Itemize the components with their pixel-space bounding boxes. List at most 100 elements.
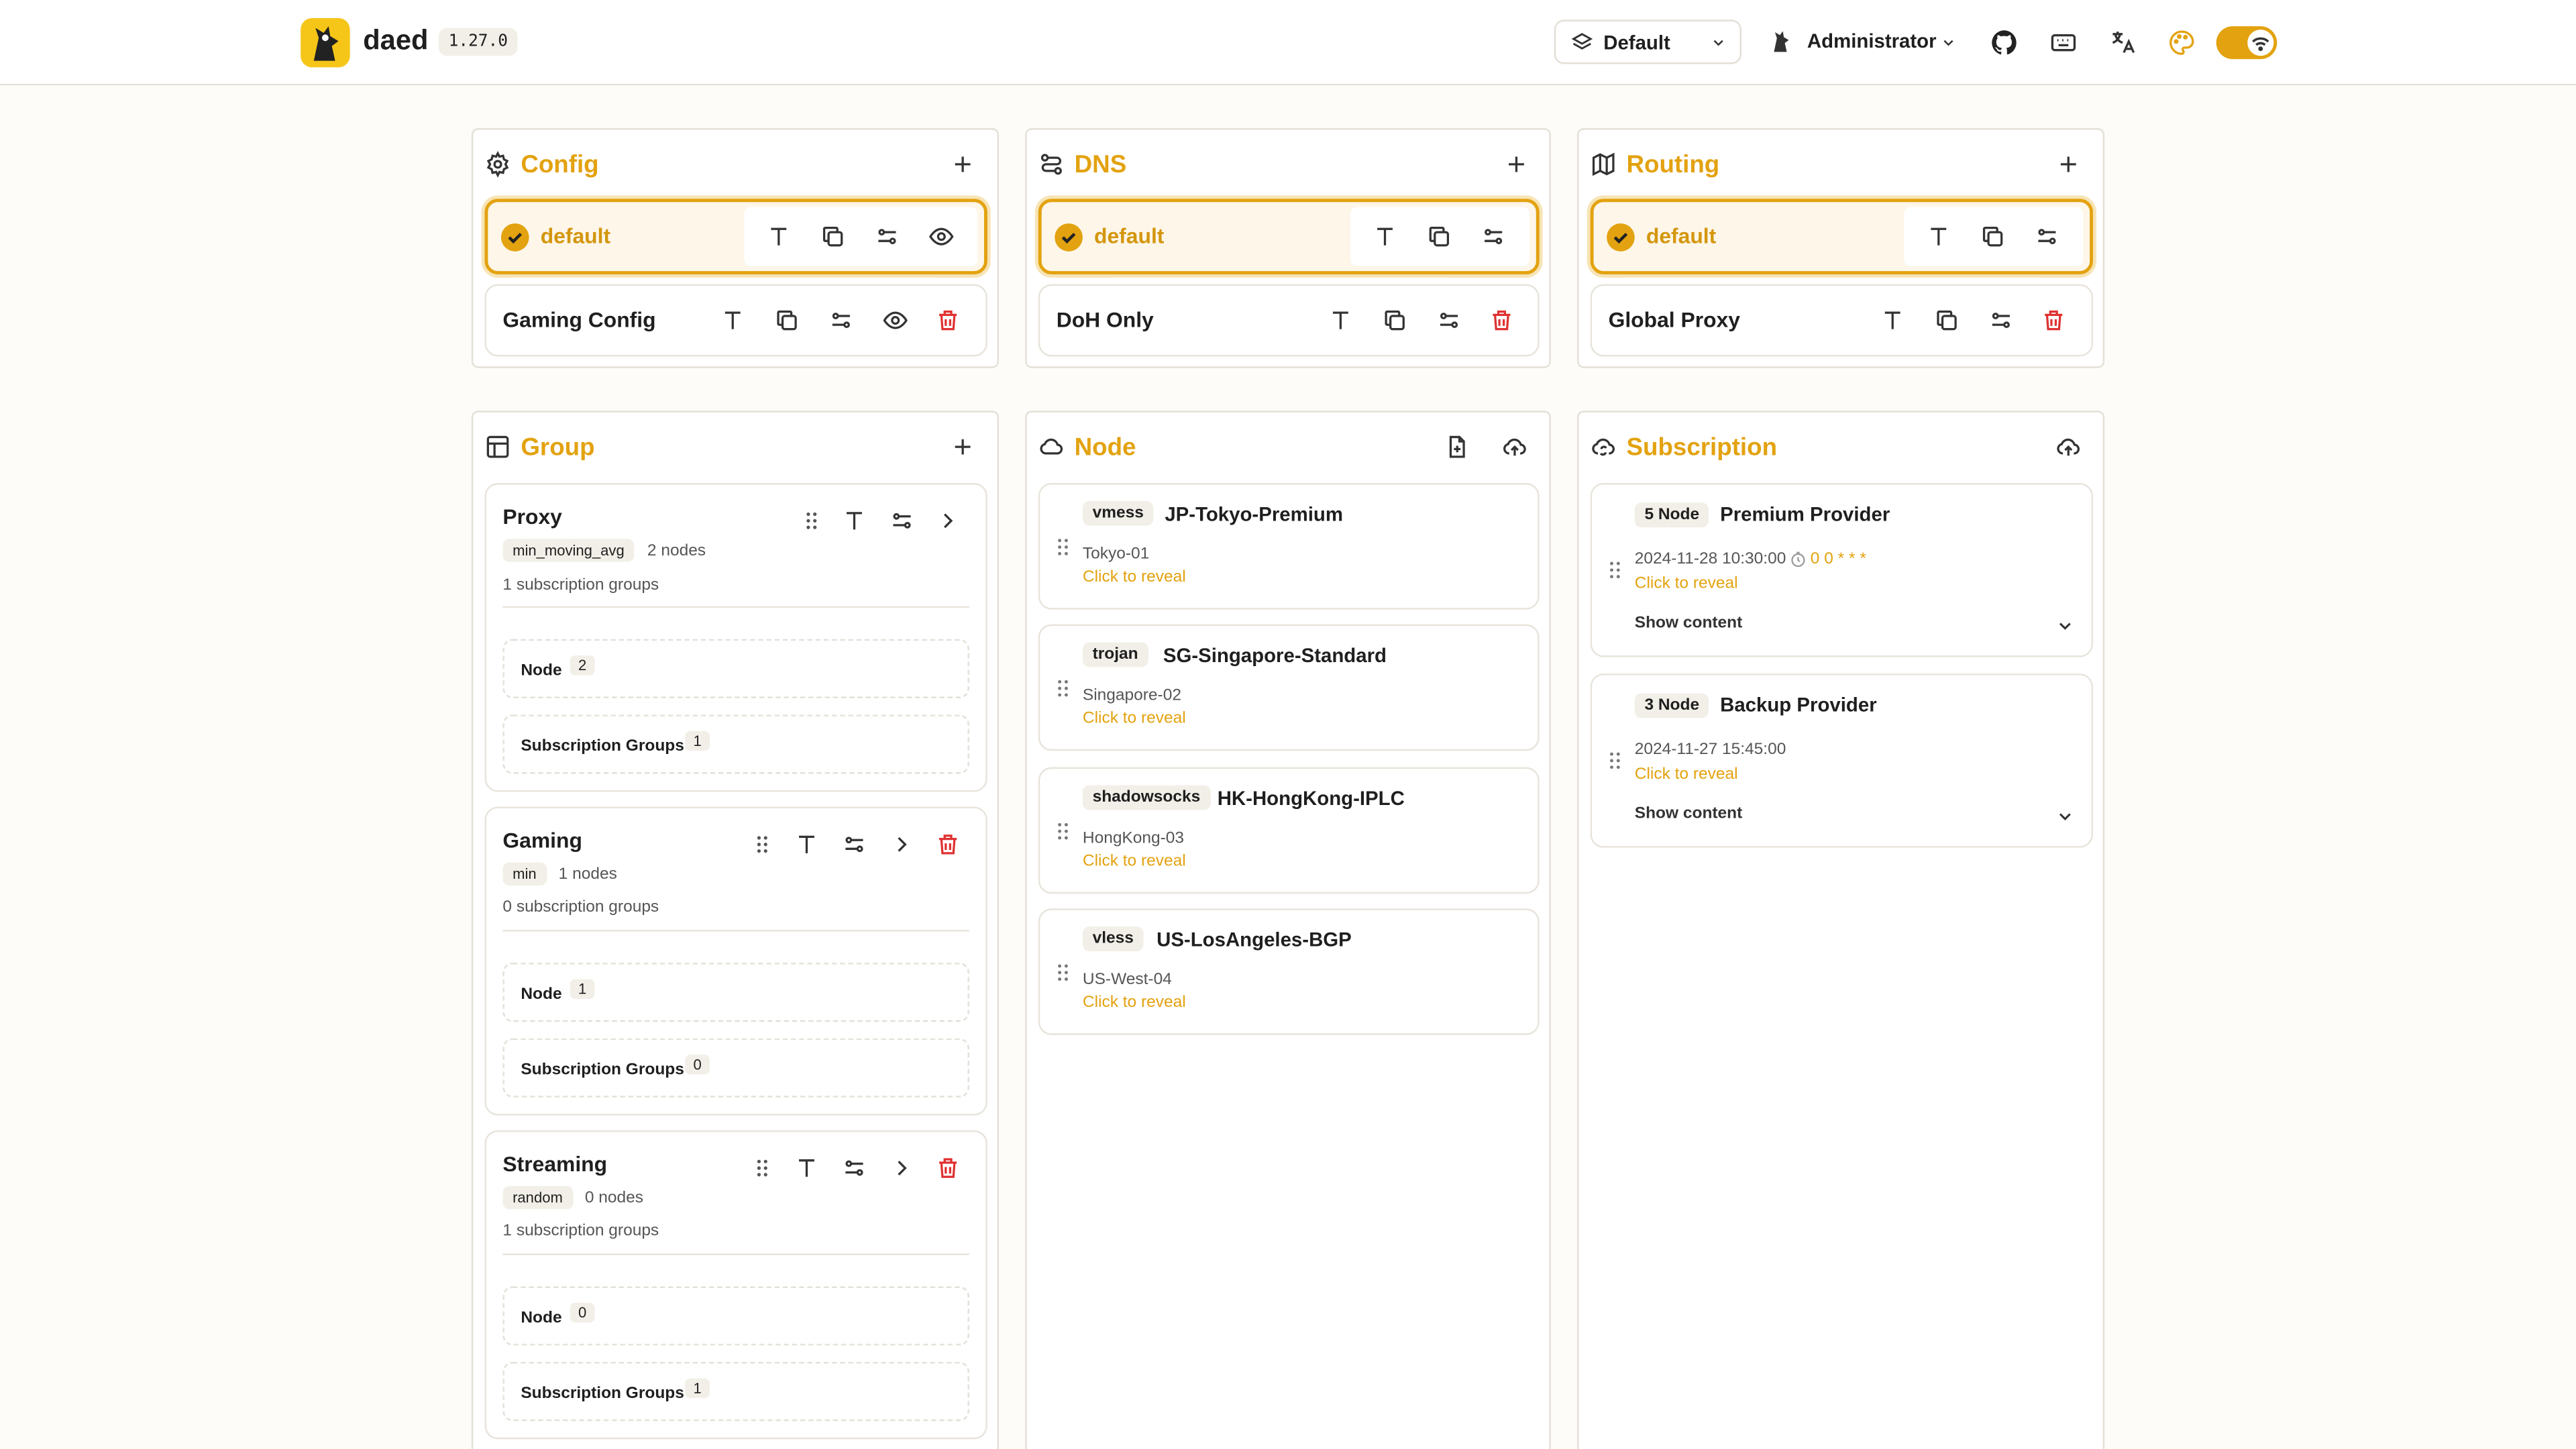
- settings-sliders-icon[interactable]: [841, 1155, 867, 1181]
- subscription-card[interactable]: 3 Node Backup Provider 2024-11-27 15:45:…: [1590, 674, 2094, 848]
- copy-icon[interactable]: [1382, 307, 1408, 333]
- copy-icon[interactable]: [1426, 223, 1452, 250]
- settings-sliders-icon[interactable]: [889, 508, 915, 534]
- dns-card-doh[interactable]: DoH Only: [1038, 284, 1540, 357]
- daed-logo-icon[interactable]: [301, 17, 350, 68]
- node-card[interactable]: vmess JP-Tokyo-Premium Tokyo-01 Click to…: [1038, 483, 1540, 610]
- cloud-upload-icon[interactable]: [1501, 434, 1527, 460]
- settings-sliders-icon[interactable]: [1988, 307, 2014, 333]
- settings-sliders-icon[interactable]: [1481, 223, 1507, 250]
- settings-sliders-icon[interactable]: [874, 223, 900, 250]
- trash-icon[interactable]: [2041, 307, 2067, 333]
- settings-sliders-icon[interactable]: [2034, 223, 2060, 250]
- config-card-default[interactable]: default: [484, 199, 987, 274]
- node-count-badge: 3 Node: [1634, 693, 1709, 718]
- node-label: Node: [521, 661, 562, 680]
- import-file-icon[interactable]: [1444, 434, 1470, 460]
- add-dns-icon[interactable]: [1503, 151, 1529, 177]
- trash-icon[interactable]: [934, 831, 961, 857]
- config-card-gaming[interactable]: Gaming Config: [484, 284, 987, 357]
- trash-icon[interactable]: [1489, 307, 1515, 333]
- dns-actions: [1350, 207, 1530, 266]
- chevron-right-icon[interactable]: [934, 508, 961, 534]
- group-subscription-section[interactable]: Subscription Groups 0: [502, 1038, 969, 1097]
- trash-icon[interactable]: [934, 307, 961, 333]
- settings-sliders-icon[interactable]: [828, 307, 854, 333]
- drag-handle-icon[interactable]: [1057, 678, 1070, 698]
- drag-handle-icon[interactable]: [1057, 963, 1070, 982]
- rename-icon[interactable]: [1372, 223, 1398, 250]
- group-subscription-section[interactable]: Subscription Groups 1: [502, 714, 969, 774]
- routing-card-default[interactable]: default: [1590, 199, 2094, 274]
- chevron-down-icon[interactable]: [2055, 806, 2075, 826]
- subscription-count: 1 subscription groups: [502, 576, 659, 595]
- trash-icon[interactable]: [934, 1155, 961, 1181]
- drag-handle-icon[interactable]: [1609, 751, 1622, 770]
- config-panel: Config default Gaming Config: [471, 128, 999, 368]
- chevron-right-icon[interactable]: [889, 1155, 915, 1181]
- subscription-card[interactable]: 5 Node Premium Provider 2024-11-28 10:30…: [1590, 483, 2094, 657]
- copy-icon[interactable]: [1933, 307, 1960, 333]
- copy-icon[interactable]: [820, 223, 846, 250]
- drag-handle-icon[interactable]: [1057, 822, 1070, 841]
- rename-icon[interactable]: [841, 508, 867, 534]
- show-content-toggle[interactable]: Show content: [1635, 614, 1743, 633]
- add-routing-icon[interactable]: [2055, 151, 2082, 177]
- policy-badge: min_moving_avg: [502, 539, 635, 562]
- drag-handle-icon[interactable]: [798, 508, 824, 534]
- group-node-section[interactable]: Node 2: [502, 639, 969, 698]
- count-badge: 1: [685, 731, 710, 751]
- copy-icon[interactable]: [1980, 223, 2006, 250]
- proxy-toggle[interactable]: [2216, 26, 2277, 60]
- drag-handle-icon[interactable]: [1057, 537, 1070, 557]
- rename-icon[interactable]: [1328, 307, 1354, 333]
- show-content-toggle[interactable]: Show content: [1635, 805, 1743, 823]
- click-to-reveal-link[interactable]: Click to reveal: [1635, 575, 1738, 593]
- routing-card-global[interactable]: Global Proxy: [1590, 284, 2094, 357]
- click-to-reveal-link[interactable]: Click to reveal: [1083, 568, 1186, 586]
- cloud-upload-icon[interactable]: [2055, 434, 2082, 460]
- settings-sliders-icon[interactable]: [841, 831, 867, 857]
- profile-select[interactable]: Default: [1554, 19, 1741, 64]
- add-group-icon[interactable]: [950, 434, 976, 460]
- rename-icon[interactable]: [720, 307, 746, 333]
- chevron-down-icon[interactable]: [2055, 616, 2075, 635]
- rename-icon[interactable]: [1880, 307, 1906, 333]
- group-card-streaming: Streaming random 0 nodes 1 subscription …: [484, 1130, 987, 1440]
- palette-icon[interactable]: [2167, 28, 2196, 58]
- add-config-icon[interactable]: [950, 151, 976, 177]
- node-card[interactable]: shadowsocks HK-HongKong-IPLC HongKong-03…: [1038, 767, 1540, 894]
- dns-card-default[interactable]: default: [1038, 199, 1540, 274]
- group-node-section[interactable]: Node 1: [502, 963, 969, 1022]
- protocol-badge: shadowsocks: [1082, 785, 1210, 810]
- group-card-proxy: Proxy min_moving_avg 2 nodes 1 subscript…: [484, 483, 987, 792]
- rename-icon[interactable]: [765, 223, 792, 250]
- eye-icon[interactable]: [928, 223, 955, 250]
- drag-handle-icon[interactable]: [749, 831, 775, 857]
- group-node-section[interactable]: Node 0: [502, 1286, 969, 1346]
- rename-icon[interactable]: [1925, 223, 1951, 250]
- click-to-reveal-link[interactable]: Click to reveal: [1083, 710, 1186, 728]
- click-to-reveal-link[interactable]: Click to reveal: [1083, 853, 1186, 871]
- keyboard-icon[interactable]: [2049, 28, 2078, 58]
- drag-handle-icon[interactable]: [1609, 560, 1622, 580]
- subscription-title: Subscription: [1626, 433, 1778, 462]
- rename-icon[interactable]: [794, 831, 820, 857]
- config-name: default: [540, 223, 611, 248]
- drag-handle-icon[interactable]: [749, 1155, 775, 1181]
- click-to-reveal-link[interactable]: Click to reveal: [1083, 994, 1186, 1012]
- node-card[interactable]: vless US-LosAngeles-BGP US-West-04 Click…: [1038, 908, 1540, 1035]
- chevron-right-icon[interactable]: [889, 831, 915, 857]
- eye-icon[interactable]: [882, 307, 908, 333]
- rename-icon[interactable]: [794, 1155, 820, 1181]
- updated-time: 2024-11-27 15:45:00: [1634, 741, 1786, 759]
- node-card[interactable]: trojan SG-Singapore-Standard Singapore-0…: [1038, 624, 1540, 751]
- group-subscription-section[interactable]: Subscription Groups 1: [502, 1362, 969, 1421]
- copy-icon[interactable]: [773, 307, 800, 333]
- click-to-reveal-link[interactable]: Click to reveal: [1635, 765, 1738, 784]
- github-icon[interactable]: [1990, 28, 2019, 58]
- node-label: Node: [521, 1309, 562, 1328]
- settings-sliders-icon[interactable]: [1436, 307, 1462, 333]
- routing-name: Global Proxy: [1608, 307, 1740, 332]
- translate-icon[interactable]: [2108, 28, 2137, 58]
